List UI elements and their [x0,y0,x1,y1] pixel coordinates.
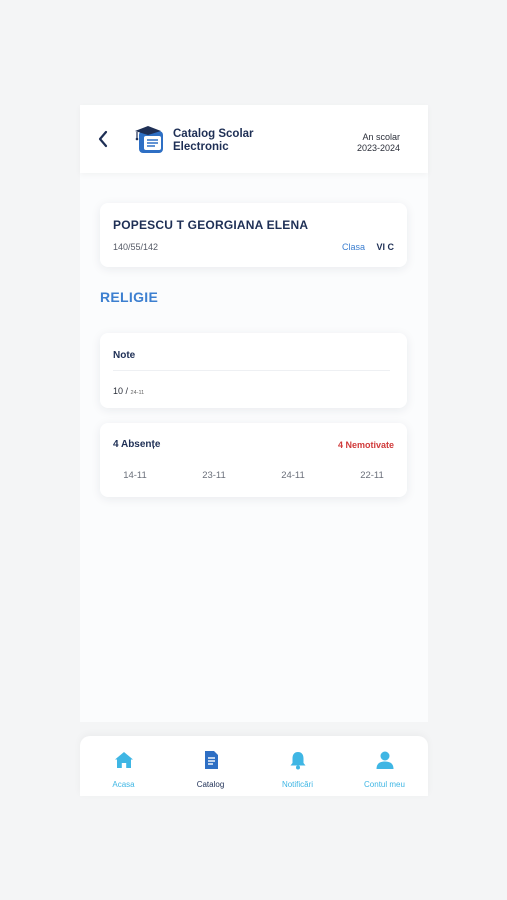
absences-title: 4 Absențe [113,439,161,450]
absence-date: 14-11 [123,470,147,481]
grades-card: Note 10 / 24-11 [100,333,407,408]
class-label: Clasa [341,242,365,252]
app-title-line2: Electronic [173,140,229,153]
absence-dates-list: 14-11 23-11 24-11 22-11 [113,470,394,481]
nav-label-account: Contul meu [364,780,405,789]
student-card: POPESCU T GEORGIANA ELENA 140/55/142 Cla… [100,203,407,267]
app-screen: Catalog Scolar Electronic An scolar 2023… [80,105,428,722]
grade-date: 24-11 [130,390,145,396]
student-name: POPESCU T GEORGIANA ELENA [113,218,309,232]
grades-title: Note [113,350,136,361]
subject-title: RELIGIE [100,289,159,305]
nav-label-catalog: Catalog [196,780,225,789]
school-year: An scolar 2023-2024 [357,132,400,153]
home-icon [114,752,133,768]
bell-icon [290,752,305,770]
bottom-navigation: Acasa Catalog Notificări Contul meu [80,736,428,796]
back-button[interactable] [94,127,114,151]
app-header: Catalog Scolar Electronic An scolar 2023… [80,105,428,173]
absence-date: 24-11 [281,470,305,481]
unmotivated-count: 4 Nemotivate [337,440,394,450]
chevron-left-icon [98,130,108,148]
nav-item-notifications[interactable]: Notificări [254,736,341,796]
catalog-logo-icon [135,126,163,153]
nav-label-home: Acasa [112,780,135,789]
document-icon [204,751,218,769]
student-id: 140/55/142 [113,242,159,252]
school-year-label: An scolar [362,132,400,142]
user-icon [376,751,393,769]
grade-entry[interactable]: 10 / 24-11 [113,381,144,399]
grade-value: 10 / [113,386,131,396]
nav-item-home[interactable]: Acasa [80,736,167,796]
nav-label-notifications: Notificări [281,780,314,789]
divider [113,370,390,371]
absences-card: 4 Absențe 4 Nemotivate 14-11 23-11 24-11… [100,423,407,497]
app-title: Catalog Scolar Electronic [173,128,283,153]
app-title-line1: Catalog Scolar [173,128,254,140]
nav-item-catalog[interactable]: Catalog [167,736,254,796]
nav-item-account[interactable]: Contul meu [341,736,428,796]
school-year-value: 2023-2024 [356,142,400,153]
absence-date: 22-11 [360,470,384,481]
absence-date: 23-11 [202,470,226,481]
class-value: VI C [376,242,394,252]
